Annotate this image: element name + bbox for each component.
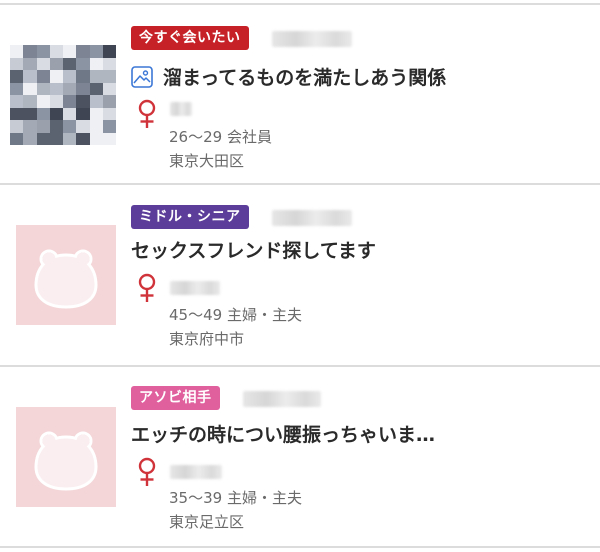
photo-mosaic-cell (102, 132, 116, 145)
photo-mosaic-cell (89, 132, 103, 145)
photo-mosaic-cell (36, 82, 50, 95)
photo-mosaic-cell (36, 57, 50, 70)
photo-mosaic-cell (102, 70, 116, 83)
post-title-text: エッチの時につい腰振っちゃいま… (131, 424, 436, 446)
timestamp-blurred (272, 210, 352, 226)
photo-mosaic-cell (63, 45, 77, 58)
female-symbol-icon (138, 273, 156, 302)
photo-mosaic-cell (10, 82, 24, 95)
post-item[interactable]: ミドル・シニア セックスフレンド探してます 45〜49 主婦・主夫 東京府中市 (0, 185, 600, 363)
photo-mosaic-cell (36, 132, 50, 145)
photo-mosaic-cell (10, 120, 24, 133)
photo-mosaic-cell (102, 45, 116, 58)
photo-mosaic-cell (23, 107, 37, 120)
category-badge: ミドル・シニア (131, 205, 249, 229)
age-occupation: 35〜39 主婦・主夫 (169, 489, 302, 507)
photo-mosaic-cell (36, 120, 50, 133)
post-title[interactable]: 溜まってるものを満たしあう関係 (131, 63, 446, 93)
photo-mosaic-cell (23, 70, 37, 83)
photo-mosaic-cell (63, 95, 77, 108)
no-photo-placeholder[interactable] (16, 407, 116, 507)
photo-mosaic-cell (102, 82, 116, 95)
age-occupation: 26〜29 会社員 (169, 128, 272, 146)
photo-mosaic-cell (76, 107, 90, 120)
photo-mosaic-cell (36, 95, 50, 108)
photo-mosaic-cell (23, 57, 37, 70)
photo-mosaic-cell (76, 120, 90, 133)
user-photo-thumbnail[interactable] (10, 45, 116, 145)
photo-mosaic-cell (49, 107, 63, 120)
photo-mosaic-cell (63, 57, 77, 70)
username-blurred (170, 281, 220, 295)
photo-mosaic-cell (76, 70, 90, 83)
photo-mosaic-cell (89, 45, 103, 58)
photo-mosaic-cell (49, 95, 63, 108)
post-title-text: 溜まってるものを満たしあう関係 (163, 67, 447, 89)
location: 東京大田区 (169, 152, 245, 170)
photo-mosaic-cell (10, 70, 24, 83)
username-blurred (170, 465, 222, 479)
photo-mosaic-cell (63, 132, 77, 145)
photo-mosaic-cell (36, 45, 50, 58)
post-item[interactable]: アソビ相手 エッチの時につい腰振っちゃいま… 35〜39 主婦・主夫 東京足立区 (0, 367, 600, 545)
post-title[interactable]: エッチの時につい腰振っちゃいま… (131, 420, 435, 450)
photo-mosaic-cell (10, 107, 24, 120)
timestamp-blurred (272, 31, 352, 47)
photo-mosaic-cell (89, 120, 103, 133)
photo-mosaic-cell (102, 57, 116, 70)
photo-mosaic-cell (49, 45, 63, 58)
photo-mosaic-cell (10, 57, 24, 70)
photo-mosaic-cell (89, 107, 103, 120)
photo-mosaic-cell (49, 120, 63, 133)
username-blurred (170, 102, 192, 116)
photo-mosaic-cell (23, 132, 37, 145)
photo-mosaic-cell (76, 95, 90, 108)
photo-mosaic-cell (49, 57, 63, 70)
photo-mosaic-cell (89, 70, 103, 83)
photo-mosaic-cell (36, 70, 50, 83)
photo-mosaic-cell (23, 82, 37, 95)
photo-mosaic-cell (63, 120, 77, 133)
photo-mosaic-cell (49, 82, 63, 95)
photo-mosaic-cell (76, 82, 90, 95)
photo-mosaic-cell (23, 95, 37, 108)
photo-mosaic-cell (49, 70, 63, 83)
photo-mosaic-cell (63, 82, 77, 95)
age-occupation: 45〜49 主婦・主夫 (169, 306, 302, 324)
photo-mosaic-cell (89, 82, 103, 95)
photo-mosaic-cell (23, 120, 37, 133)
divider (0, 546, 600, 548)
photo-mosaic-cell (63, 70, 77, 83)
photo-mosaic-cell (23, 45, 37, 58)
post-item[interactable]: 今すぐ会いたい 溜まってるものを満たしあう関係 26〜29 会社員 東京大田区 (0, 5, 600, 183)
picture-icon (131, 66, 153, 88)
photo-mosaic-cell (102, 95, 116, 108)
photo-mosaic-cell (49, 132, 63, 145)
location: 東京足立区 (169, 513, 245, 531)
photo-mosaic-cell (76, 57, 90, 70)
female-symbol-icon (138, 457, 156, 486)
photo-mosaic-cell (89, 57, 103, 70)
category-badge: アソビ相手 (131, 386, 220, 410)
photo-mosaic-cell (10, 95, 24, 108)
category-badge: 今すぐ会いたい (131, 26, 249, 50)
photo-mosaic-cell (102, 107, 116, 120)
post-title-text: セックスフレンド探してます (131, 240, 376, 262)
photo-mosaic-cell (10, 45, 24, 58)
bear-silhouette-icon (34, 431, 98, 491)
photo-mosaic-cell (76, 45, 90, 58)
post-title[interactable]: セックスフレンド探してます (131, 236, 376, 266)
photo-mosaic-cell (89, 95, 103, 108)
photo-mosaic-cell (10, 132, 24, 145)
no-photo-placeholder[interactable] (16, 225, 116, 325)
bear-silhouette-icon (34, 249, 98, 309)
post-feed: 今すぐ会いたい 溜まってるものを満たしあう関係 26〜29 会社員 東京大田区 (0, 0, 600, 552)
photo-mosaic-cell (76, 132, 90, 145)
location: 東京府中市 (169, 330, 245, 348)
photo-mosaic-cell (63, 107, 77, 120)
timestamp-blurred (243, 391, 321, 407)
female-symbol-icon (138, 99, 156, 128)
photo-mosaic-cell (36, 107, 50, 120)
photo-mosaic-cell (102, 120, 116, 133)
